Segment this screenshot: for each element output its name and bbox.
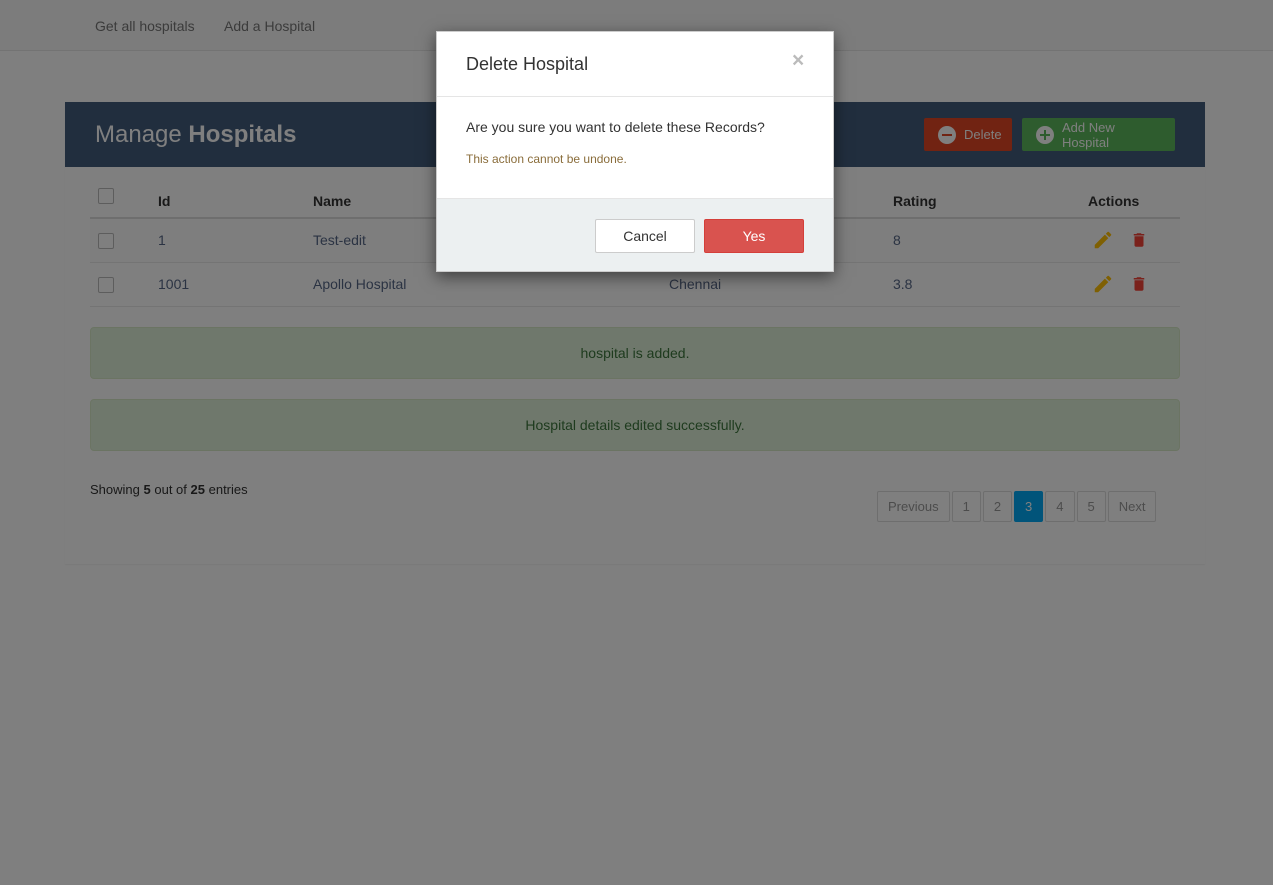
modal-warning: This action cannot be undone. (466, 152, 627, 166)
cancel-button[interactable]: Cancel (595, 219, 695, 253)
delete-hospital-modal: Delete Hospital × Are you sure you want … (436, 31, 834, 272)
modal-footer: Cancel Yes (437, 198, 833, 271)
modal-question: Are you sure you want to delete these Re… (466, 119, 765, 135)
modal-header: Delete Hospital × (437, 32, 833, 97)
modal-body: Are you sure you want to delete these Re… (437, 97, 833, 198)
close-icon[interactable]: × (792, 50, 804, 71)
yes-button[interactable]: Yes (704, 219, 804, 253)
modal-title: Delete Hospital (466, 54, 589, 74)
